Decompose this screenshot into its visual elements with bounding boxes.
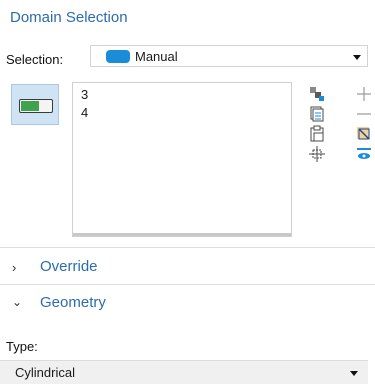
list-scrollbar[interactable] (73, 233, 291, 236)
selection-value: Manual (135, 49, 178, 64)
paste-list-icon[interactable] (308, 105, 326, 123)
list-item[interactable]: 3 (81, 87, 88, 102)
clipboard-icon[interactable] (308, 125, 326, 143)
copy-icon[interactable] (308, 85, 326, 103)
selection-list[interactable]: 3 4 (72, 82, 292, 237)
section-title: Domain Selection (10, 9, 128, 26)
divider (0, 247, 375, 248)
type-value: Cylindrical (15, 365, 75, 380)
override-section-header[interactable]: Override (40, 258, 98, 275)
selection-dropdown[interactable]: Manual (90, 45, 368, 67)
add-icon[interactable] (355, 85, 373, 103)
type-dropdown[interactable]: Cylindrical (0, 360, 368, 384)
chevron-down-icon (353, 55, 361, 60)
selection-color-swatch (106, 50, 130, 63)
list-item[interactable]: 4 (81, 105, 88, 120)
chevron-down-icon[interactable]: ⌄ (12, 295, 22, 309)
geometry-section-header[interactable]: Geometry (40, 294, 106, 311)
active-toggle-icon (19, 99, 53, 113)
type-label: Type: (6, 339, 38, 354)
remove-icon[interactable] (355, 105, 373, 123)
clear-selection-icon[interactable] (355, 125, 373, 143)
create-selection-icon[interactable] (355, 145, 373, 163)
selection-label: Selection: (6, 52, 64, 67)
chevron-down-icon (350, 371, 358, 376)
zoom-selection-icon[interactable] (308, 145, 326, 163)
chevron-right-icon[interactable]: › (12, 260, 16, 275)
divider (0, 284, 375, 285)
active-toggle-button[interactable] (11, 84, 59, 125)
